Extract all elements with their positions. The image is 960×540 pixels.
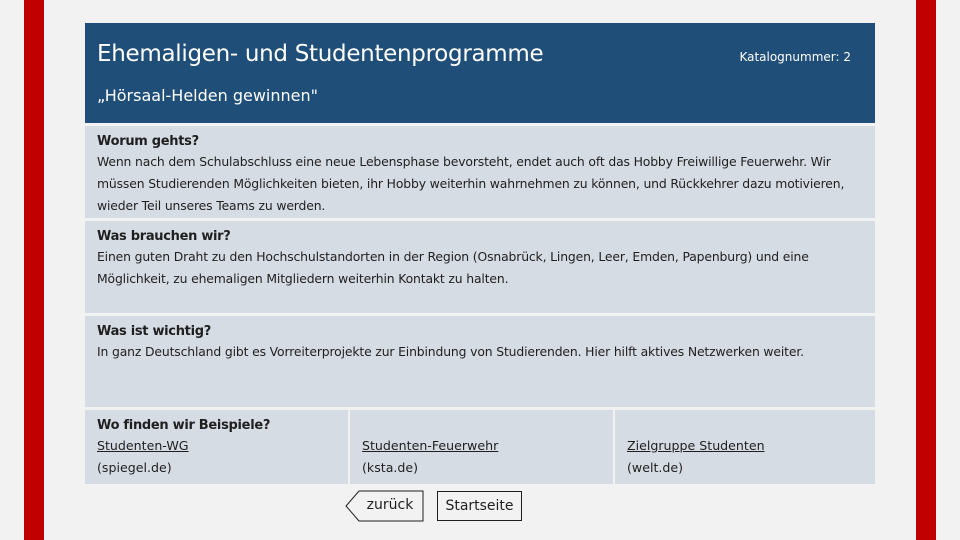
section-body: Wenn nach dem Schulabschluss eine neue L… [97,154,845,213]
right-red-border [916,0,936,540]
section-heading: Was ist wichtig? [97,324,211,339]
example-source: (ksta.de) [362,460,419,475]
section-worum-gehts: Worum gehts? Wenn nach dem Schulabschlus… [85,126,875,218]
catalog-number: Katalognummer: 2 [739,50,851,64]
examples-row: Wo finden wir Beispiele? Studenten-WG (s… [85,410,875,484]
section-was-ist-wichtig: Was ist wichtig? In ganz Deutschland gib… [85,316,875,407]
example-cell-1: Wo finden wir Beispiele? Studenten-WG (s… [85,410,348,484]
example-cell-2: Studenten-Feuerwehr (ksta.de) [350,410,613,484]
section-heading: Was brauchen wir? [97,229,231,244]
section-body: Einen guten Draht zu den Hochschulstando… [97,249,809,286]
example-link-zielgruppe-studenten[interactable]: Zielgruppe Studenten [627,435,863,457]
home-button[interactable]: Startseite [437,491,522,521]
section-was-brauchen-wir: Was brauchen wir? Einen guten Draht zu d… [85,221,875,313]
example-source: (welt.de) [627,460,684,475]
page-title: Ehemaligen- und Studentenprogramme [97,41,544,67]
left-red-border [24,0,44,540]
example-link-studenten-feuerwehr[interactable]: Studenten-Feuerwehr [362,435,601,457]
example-link-studenten-wg[interactable]: Studenten-WG [97,435,336,457]
back-button[interactable]: zurück [346,491,420,521]
example-cell-3: Zielgruppe Studenten (welt.de) [615,410,875,484]
example-source: (spiegel.de) [97,460,172,475]
section-heading: Worum gehts? [97,134,199,149]
page-subtitle: „Hörsaal-Helden gewinnen" [97,86,318,105]
header-banner: Ehemaligen- und Studentenprogramme Katal… [85,23,875,123]
section-body: In ganz Deutschland gibt es Vorreiterpro… [97,344,804,359]
examples-heading: Wo finden wir Beispiele? [97,418,271,433]
